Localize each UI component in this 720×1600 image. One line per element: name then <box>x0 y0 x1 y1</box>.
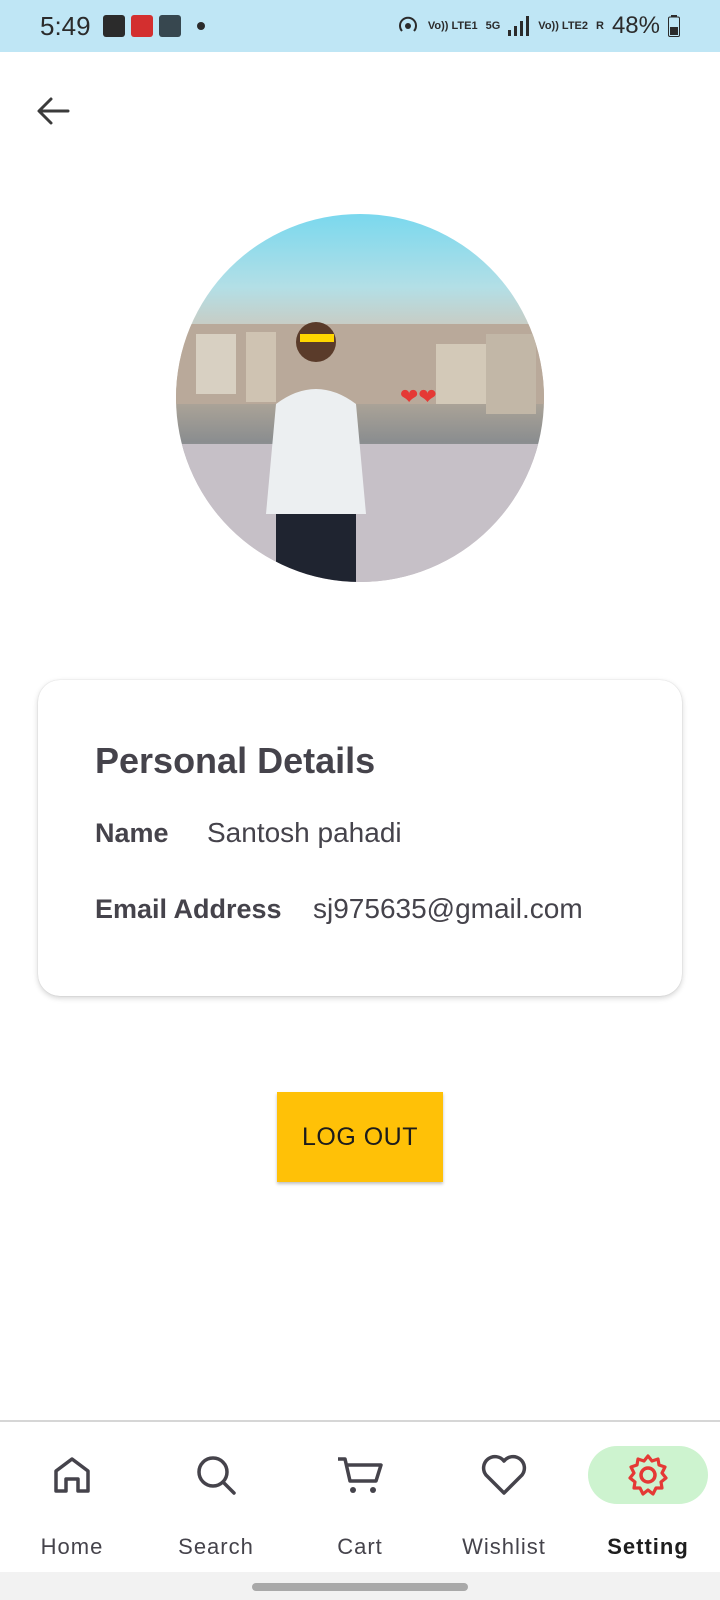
gesture-handle[interactable] <box>252 1583 468 1591</box>
arrow-left-icon <box>37 97 70 125</box>
roaming-indicator: R <box>596 19 604 32</box>
nav-item-search[interactable]: Search <box>144 1422 288 1572</box>
status-time: 5:49 <box>40 10 91 41</box>
nav-label-home: Home <box>40 1534 104 1559</box>
card-title: Personal Details <box>95 740 376 781</box>
paytm-notification-icon <box>158 15 181 37</box>
nav-item-setting[interactable]: Setting <box>576 1422 720 1572</box>
hotspot-icon <box>398 16 417 32</box>
battery-icon <box>668 15 680 37</box>
nav-item-wishlist[interactable]: Wishlist <box>432 1422 576 1572</box>
bottom-navigation: Home Search Cart Wishlist Setting <box>0 1420 720 1572</box>
more-notifications-icon <box>196 22 205 30</box>
email-label: Email Address <box>95 894 282 924</box>
nav-label-setting: Setting <box>607 1534 689 1559</box>
personal-details-card: Personal Details Name Santosh pahadi Ema… <box>38 680 682 996</box>
back-button[interactable] <box>30 88 76 134</box>
news-notification-icon <box>130 15 153 37</box>
nav-item-home[interactable]: Home <box>0 1422 144 1572</box>
home-icon <box>54 1457 90 1493</box>
search-icon <box>197 1456 236 1495</box>
status-right: Vo)) LTE1 5G Vo)) LTE2 R 48% <box>396 12 680 40</box>
nav-label-cart: Cart <box>337 1534 383 1559</box>
nav-label-wishlist: Wishlist <box>462 1534 546 1559</box>
gallery-notification-icon <box>102 15 125 37</box>
svg-text:❤❤: ❤❤ <box>400 385 437 410</box>
name-label: Name <box>95 818 169 848</box>
logout-button[interactable]: LOG OUT <box>277 1092 443 1182</box>
5g-indicator: 5G <box>485 19 501 32</box>
nav-item-cart[interactable]: Cart <box>288 1422 432 1572</box>
email-value: sj975635@gmail.com <box>313 893 583 924</box>
name-value: Santosh pahadi <box>207 817 402 848</box>
signal-icon <box>508 16 530 36</box>
lte2-indicator: Vo)) LTE2 <box>538 19 588 32</box>
gear-icon <box>628 1454 668 1496</box>
cart-icon <box>338 1457 383 1493</box>
active-indicator <box>588 1446 708 1504</box>
status-bar: 5:49 Vo)) LTE1 5G Vo)) LTE2 R 48% <box>0 0 720 52</box>
nav-label-search: Search <box>178 1534 254 1559</box>
profile-avatar: ❤❤ <box>176 214 544 582</box>
avatar-photo: ❤❤ <box>176 322 544 582</box>
battery-percent: 48% <box>611 12 660 39</box>
lte1-indicator: Vo)) LTE1 <box>427 19 478 32</box>
heart-icon <box>481 1454 527 1495</box>
